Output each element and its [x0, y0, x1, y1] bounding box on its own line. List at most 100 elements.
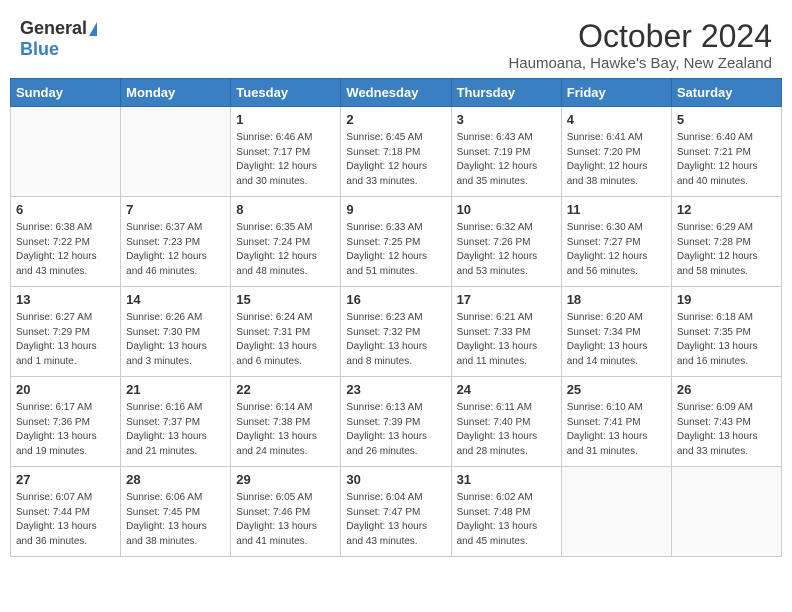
day-info: Sunrise: 6:09 AM Sunset: 7:43 PM Dayligh…: [677, 401, 776, 459]
day-number: 5: [677, 111, 776, 129]
day-info: Sunrise: 6:43 AM Sunset: 7:19 PM Dayligh…: [457, 131, 556, 189]
calendar-cell: 10Sunrise: 6:32 AM Sunset: 7:26 PM Dayli…: [451, 197, 561, 287]
day-info: Sunrise: 6:40 AM Sunset: 7:21 PM Dayligh…: [677, 131, 776, 189]
day-number: 28: [126, 471, 225, 489]
calendar-cell: 17Sunrise: 6:21 AM Sunset: 7:33 PM Dayli…: [451, 287, 561, 377]
day-number: 30: [346, 471, 445, 489]
logo-blue-text: Blue: [20, 39, 59, 60]
day-number: 31: [457, 471, 556, 489]
calendar-cell: 5 Sunrise: 6:40 AM Sunset: 7:21 PM Daylig…: [671, 107, 781, 197]
day-number: 6: [16, 201, 115, 219]
week-row-1: 1 Sunrise: 6:46 AM Sunset: 7:17 PM Daylig…: [11, 107, 782, 197]
weekday-header-saturday: Saturday: [671, 79, 781, 107]
calendar-cell: 19Sunrise: 6:18 AM Sunset: 7:35 PM Dayli…: [671, 287, 781, 377]
day-number: 23: [346, 381, 445, 399]
calendar-cell: 27 Sunrise: 6:07 AM Sunset: 7:44 PM Dayli…: [11, 467, 121, 557]
calendar-cell: 2 Sunrise: 6:45 AM Sunset: 7:18 PM Daylig…: [341, 107, 451, 197]
calendar-cell: 9 Sunrise: 6:33 AM Sunset: 7:25 PM Daylig…: [341, 197, 451, 287]
calendar-cell: 1 Sunrise: 6:46 AM Sunset: 7:17 PM Daylig…: [231, 107, 341, 197]
week-row-4: 20Sunrise: 6:17 AM Sunset: 7:36 PM Dayli…: [11, 377, 782, 467]
calendar-cell: 7 Sunrise: 6:37 AM Sunset: 7:23 PM Daylig…: [121, 197, 231, 287]
day-number: 27: [16, 471, 115, 489]
day-number: 3: [457, 111, 556, 129]
week-row-2: 6 Sunrise: 6:38 AM Sunset: 7:22 PM Daylig…: [11, 197, 782, 287]
day-number: 14: [126, 291, 225, 309]
calendar-cell: 28 Sunrise: 6:06 AM Sunset: 7:45 PM Dayli…: [121, 467, 231, 557]
day-info: Sunrise: 6:21 AM Sunset: 7:33 PM Dayligh…: [457, 311, 556, 369]
title-section: October 2024 Haumoana, Hawke's Bay, New …: [508, 18, 772, 72]
calendar-cell: [11, 107, 121, 197]
calendar-cell: 31 Sunrise: 6:02 AM Sunset: 7:48 PM Dayli…: [451, 467, 561, 557]
day-number: 4: [567, 111, 666, 129]
day-number: 16: [346, 291, 445, 309]
day-info: Sunrise: 6:13 AM Sunset: 7:39 PM Dayligh…: [346, 401, 445, 459]
day-info: Sunrise: 6:17 AM Sunset: 7:36 PM Dayligh…: [16, 401, 115, 459]
day-info: Sunrise: 6:20 AM Sunset: 7:34 PM Dayligh…: [567, 311, 666, 369]
day-info: Sunrise: 6:07 AM Sunset: 7:44 PM Dayligh…: [16, 491, 115, 549]
calendar-cell: 29Sunrise: 6:05 AM Sunset: 7:46 PM Dayli…: [231, 467, 341, 557]
day-info: Sunrise: 6:41 AM Sunset: 7:20 PM Dayligh…: [567, 131, 666, 189]
day-info: Sunrise: 6:29 AM Sunset: 7:28 PM Dayligh…: [677, 221, 776, 279]
day-info: Sunrise: 6:16 AM Sunset: 7:37 PM Dayligh…: [126, 401, 225, 459]
calendar-cell: 15 Sunrise: 6:24 AM Sunset: 7:31 PM Dayli…: [231, 287, 341, 377]
day-number: 11: [567, 201, 666, 219]
calendar-cell: 3 Sunrise: 6:43 AM Sunset: 7:19 PM Daylig…: [451, 107, 561, 197]
weekday-header-sunday: Sunday: [11, 79, 121, 107]
calendar-cell: 14Sunrise: 6:26 AM Sunset: 7:30 PM Dayli…: [121, 287, 231, 377]
day-number: 7: [126, 201, 225, 219]
day-number: 29: [236, 471, 335, 489]
day-number: 24: [457, 381, 556, 399]
day-number: 13: [16, 291, 115, 309]
day-info: Sunrise: 6:10 AM Sunset: 7:41 PM Dayligh…: [567, 401, 666, 459]
day-info: Sunrise: 6:37 AM Sunset: 7:23 PM Dayligh…: [126, 221, 225, 279]
weekday-header-thursday: Thursday: [451, 79, 561, 107]
day-info: Sunrise: 6:45 AM Sunset: 7:18 PM Dayligh…: [346, 131, 445, 189]
day-number: 9: [346, 201, 445, 219]
day-number: 19: [677, 291, 776, 309]
day-info: Sunrise: 6:14 AM Sunset: 7:38 PM Dayligh…: [236, 401, 335, 459]
day-number: 26: [677, 381, 776, 399]
day-info: Sunrise: 6:33 AM Sunset: 7:25 PM Dayligh…: [346, 221, 445, 279]
day-info: Sunrise: 6:32 AM Sunset: 7:26 PM Dayligh…: [457, 221, 556, 279]
calendar-cell: [671, 467, 781, 557]
logo: General Blue: [20, 18, 97, 60]
week-row-5: 27 Sunrise: 6:07 AM Sunset: 7:44 PM Dayli…: [11, 467, 782, 557]
calendar-cell: [561, 467, 671, 557]
calendar-cell: 13 Sunrise: 6:27 AM Sunset: 7:29 PM Dayli…: [11, 287, 121, 377]
week-row-3: 13 Sunrise: 6:27 AM Sunset: 7:29 PM Dayli…: [11, 287, 782, 377]
day-info: Sunrise: 6:38 AM Sunset: 7:22 PM Dayligh…: [16, 221, 115, 279]
calendar-table: SundayMondayTuesdayWednesdayThursdayFrid…: [10, 78, 782, 557]
calendar-cell: 8Sunrise: 6:35 AM Sunset: 7:24 PM Daylig…: [231, 197, 341, 287]
day-info: Sunrise: 6:27 AM Sunset: 7:29 PM Dayligh…: [16, 311, 115, 369]
calendar-cell: 11Sunrise: 6:30 AM Sunset: 7:27 PM Dayli…: [561, 197, 671, 287]
day-info: Sunrise: 6:24 AM Sunset: 7:31 PM Dayligh…: [236, 311, 335, 369]
month-title: October 2024: [508, 18, 772, 55]
day-info: Sunrise: 6:11 AM Sunset: 7:40 PM Dayligh…: [457, 401, 556, 459]
day-number: 18: [567, 291, 666, 309]
day-info: Sunrise: 6:46 AM Sunset: 7:17 PM Dayligh…: [236, 131, 335, 189]
day-number: 22: [236, 381, 335, 399]
calendar-cell: [121, 107, 231, 197]
day-number: 2: [346, 111, 445, 129]
calendar-cell: 23 Sunrise: 6:13 AM Sunset: 7:39 PM Dayli…: [341, 377, 451, 467]
calendar-cell: 25Sunrise: 6:10 AM Sunset: 7:41 PM Dayli…: [561, 377, 671, 467]
calendar-cell: 16Sunrise: 6:23 AM Sunset: 7:32 PM Dayli…: [341, 287, 451, 377]
day-number: 1: [236, 111, 335, 129]
day-number: 21: [126, 381, 225, 399]
calendar-cell: 18 Sunrise: 6:20 AM Sunset: 7:34 PM Dayli…: [561, 287, 671, 377]
calendar-cell: 6 Sunrise: 6:38 AM Sunset: 7:22 PM Daylig…: [11, 197, 121, 287]
calendar-cell: 4 Sunrise: 6:41 AM Sunset: 7:20 PM Daylig…: [561, 107, 671, 197]
calendar-cell: 22 Sunrise: 6:14 AM Sunset: 7:38 PM Dayli…: [231, 377, 341, 467]
weekday-header-tuesday: Tuesday: [231, 79, 341, 107]
logo-general-text: General: [20, 18, 87, 39]
calendar-cell: 26 Sunrise: 6:09 AM Sunset: 7:43 PM Dayli…: [671, 377, 781, 467]
day-info: Sunrise: 6:02 AM Sunset: 7:48 PM Dayligh…: [457, 491, 556, 549]
day-info: Sunrise: 6:06 AM Sunset: 7:45 PM Dayligh…: [126, 491, 225, 549]
calendar-cell: 20Sunrise: 6:17 AM Sunset: 7:36 PM Dayli…: [11, 377, 121, 467]
day-info: Sunrise: 6:04 AM Sunset: 7:47 PM Dayligh…: [346, 491, 445, 549]
weekday-header-monday: Monday: [121, 79, 231, 107]
day-info: Sunrise: 6:35 AM Sunset: 7:24 PM Dayligh…: [236, 221, 335, 279]
calendar-cell: 21 Sunrise: 6:16 AM Sunset: 7:37 PM Dayli…: [121, 377, 231, 467]
day-number: 15: [236, 291, 335, 309]
weekday-header-friday: Friday: [561, 79, 671, 107]
